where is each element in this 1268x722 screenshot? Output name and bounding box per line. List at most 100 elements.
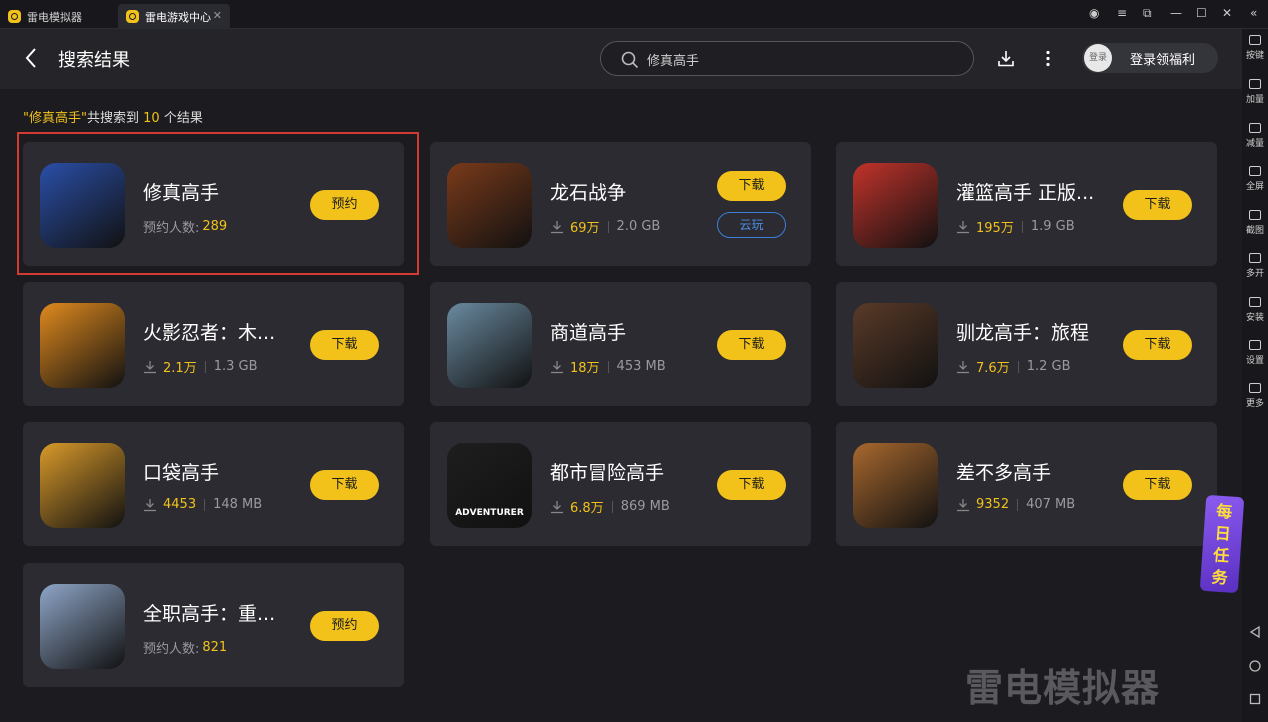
game-card[interactable]: 火影忍者：木... 2.1万 1.3 GB 下载 bbox=[23, 282, 404, 406]
minimize-icon[interactable]: — bbox=[1170, 6, 1182, 20]
gear-icon bbox=[1249, 340, 1261, 350]
emulator-logo-icon bbox=[8, 10, 21, 23]
sidebar-item-more[interactable]: 更多 bbox=[1242, 383, 1268, 409]
game-stat-value: 2.1万 bbox=[163, 361, 197, 376]
result-summary: "修真高手"共搜索到 10 个结果 bbox=[23, 107, 203, 126]
game-card[interactable]: 龙石战争 69万 2.0 GB 下载 云玩 bbox=[430, 142, 811, 266]
sidebar-item-install[interactable]: 安装 bbox=[1242, 297, 1268, 323]
download-button[interactable]: 下载 bbox=[717, 330, 786, 360]
game-name[interactable]: 灌篮高手 正版... bbox=[956, 178, 1094, 205]
user-icon[interactable]: ◉ bbox=[1089, 6, 1099, 20]
sidebar-item-fullscreen[interactable]: 全屏 bbox=[1242, 166, 1268, 192]
sidebar-label: 设置 bbox=[1245, 356, 1264, 366]
meta-divider bbox=[607, 220, 609, 233]
game-card[interactable]: 差不多高手 9352 407 MB 下载 bbox=[836, 422, 1217, 546]
restore-window-icon[interactable]: ⧉ bbox=[1143, 6, 1152, 21]
download-button[interactable]: 下载 bbox=[310, 330, 379, 360]
download-button[interactable]: 下载 bbox=[1123, 330, 1192, 360]
game-name[interactable]: 都市冒险高手 bbox=[550, 458, 664, 485]
download-button[interactable]: 下载 bbox=[717, 470, 786, 500]
game-stat-value: 821 bbox=[202, 640, 228, 655]
sidebar-item-volume-up[interactable]: 加量 bbox=[1242, 79, 1268, 105]
emulator-sidebar: 按键 加量 减量 全屏 截图 多开 安装 设置 更多 bbox=[1242, 29, 1268, 722]
download-count-icon bbox=[957, 498, 969, 511]
game-name[interactable]: 火影忍者：木... bbox=[143, 318, 275, 345]
download-button[interactable]: 下载 bbox=[717, 171, 786, 201]
more-options-icon[interactable] bbox=[1045, 50, 1051, 67]
game-size: 453 MB bbox=[616, 359, 666, 374]
game-icon[interactable] bbox=[853, 303, 938, 388]
back-arrow-icon[interactable] bbox=[24, 47, 38, 69]
game-card[interactable]: 驯龙高手：旅程 7.6万 1.2 GB 下载 bbox=[836, 282, 1217, 406]
search-input[interactable]: 修真高手 bbox=[600, 41, 974, 76]
game-card[interactable]: 灌篮高手 正版... 195万 1.9 GB 下载 bbox=[836, 142, 1217, 266]
sidebar-item-screenshot[interactable]: 截图 bbox=[1242, 210, 1268, 236]
game-card[interactable]: ADVENTURER 都市冒险高手 6.8万 869 MB 下载 bbox=[430, 422, 811, 546]
game-icon[interactable] bbox=[447, 163, 532, 248]
game-name[interactable]: 商道高手 bbox=[550, 318, 626, 345]
game-card[interactable]: 全职高手：重... 预约人数: 821 预约 bbox=[23, 563, 404, 687]
reserve-button[interactable]: 预约 bbox=[310, 611, 379, 641]
sidebar-label: 减量 bbox=[1245, 139, 1264, 149]
sidebar-item-multi-instance[interactable]: 多开 bbox=[1242, 253, 1268, 279]
selection-highlight bbox=[17, 132, 419, 275]
nav-home-icon[interactable] bbox=[1249, 660, 1261, 672]
game-icon[interactable] bbox=[40, 303, 125, 388]
daily-task-badge[interactable]: 每 日 任 务 bbox=[1199, 494, 1245, 594]
menu-icon[interactable]: ≡ bbox=[1117, 6, 1127, 20]
sidebar-item-settings[interactable]: 设置 bbox=[1242, 340, 1268, 366]
game-icon[interactable] bbox=[447, 303, 532, 388]
game-name[interactable]: 全职高手：重... bbox=[143, 599, 275, 626]
game-icon[interactable] bbox=[40, 584, 125, 669]
tab-emulator[interactable]: 雷电模拟器 bbox=[0, 4, 112, 29]
game-icon[interactable] bbox=[853, 163, 938, 248]
cloud-play-button[interactable]: 云玩 bbox=[717, 212, 786, 238]
download-count-icon bbox=[957, 360, 969, 373]
download-icon[interactable] bbox=[998, 50, 1014, 67]
game-icon[interactable]: ADVENTURER bbox=[447, 443, 532, 528]
login-rewards-button[interactable]: 登录 登录领福利 bbox=[1082, 43, 1218, 73]
game-icon[interactable] bbox=[853, 443, 938, 528]
game-stat-value: 9352 bbox=[976, 497, 1010, 512]
game-size: 869 MB bbox=[620, 499, 670, 514]
daily-task-char: 任 bbox=[1212, 545, 1230, 566]
daily-task-char: 每 bbox=[1215, 501, 1233, 522]
tab-game-center-label: 雷电游戏中心 bbox=[145, 10, 211, 24]
meta-divider bbox=[204, 360, 206, 373]
download-button[interactable]: 下载 bbox=[1123, 470, 1192, 500]
sidebar-item-volume-down[interactable]: 减量 bbox=[1242, 123, 1268, 149]
meta-divider bbox=[1017, 360, 1019, 373]
meta-divider bbox=[1021, 220, 1023, 233]
game-card[interactable]: 商道高手 18万 453 MB 下载 bbox=[430, 282, 811, 406]
game-icon[interactable] bbox=[40, 443, 125, 528]
result-count: 10 bbox=[143, 111, 160, 126]
sidebar-label: 全屏 bbox=[1245, 182, 1264, 192]
download-count-icon bbox=[144, 498, 156, 511]
tab-game-center[interactable]: 雷电游戏中心 ✕ bbox=[118, 4, 230, 29]
game-name[interactable]: 差不多高手 bbox=[956, 458, 1051, 485]
maximize-icon[interactable]: ☐ bbox=[1196, 6, 1207, 20]
download-button[interactable]: 下载 bbox=[310, 470, 379, 500]
sidebar-item-keymap[interactable]: 按键 bbox=[1242, 35, 1268, 61]
game-size: 148 MB bbox=[213, 497, 263, 512]
volume-up-icon bbox=[1249, 79, 1261, 89]
game-name[interactable]: 龙石战争 bbox=[550, 178, 626, 205]
sidebar-label: 截图 bbox=[1245, 226, 1264, 236]
game-meta: 预约人数: 821 bbox=[143, 638, 227, 657]
tab-emulator-label: 雷电模拟器 bbox=[27, 10, 82, 24]
nav-recents-icon[interactable] bbox=[1249, 693, 1261, 705]
game-name[interactable]: 口袋高手 bbox=[143, 458, 219, 485]
close-window-icon[interactable]: ✕ bbox=[1222, 6, 1232, 20]
download-count-icon bbox=[144, 360, 156, 373]
collapse-sidebar-icon[interactable]: « bbox=[1250, 6, 1257, 20]
nav-back-icon[interactable] bbox=[1249, 626, 1261, 638]
game-size: 407 MB bbox=[1026, 497, 1076, 512]
game-card[interactable]: 口袋高手 4453 148 MB 下载 bbox=[23, 422, 404, 546]
game-stat-value: 18万 bbox=[570, 361, 600, 376]
meta-divider bbox=[611, 500, 613, 513]
download-button[interactable]: 下载 bbox=[1123, 190, 1192, 220]
apk-install-icon bbox=[1249, 297, 1261, 307]
game-center-logo-icon bbox=[126, 10, 139, 23]
tab-close-icon[interactable]: ✕ bbox=[213, 9, 222, 22]
game-name[interactable]: 驯龙高手：旅程 bbox=[956, 318, 1089, 345]
